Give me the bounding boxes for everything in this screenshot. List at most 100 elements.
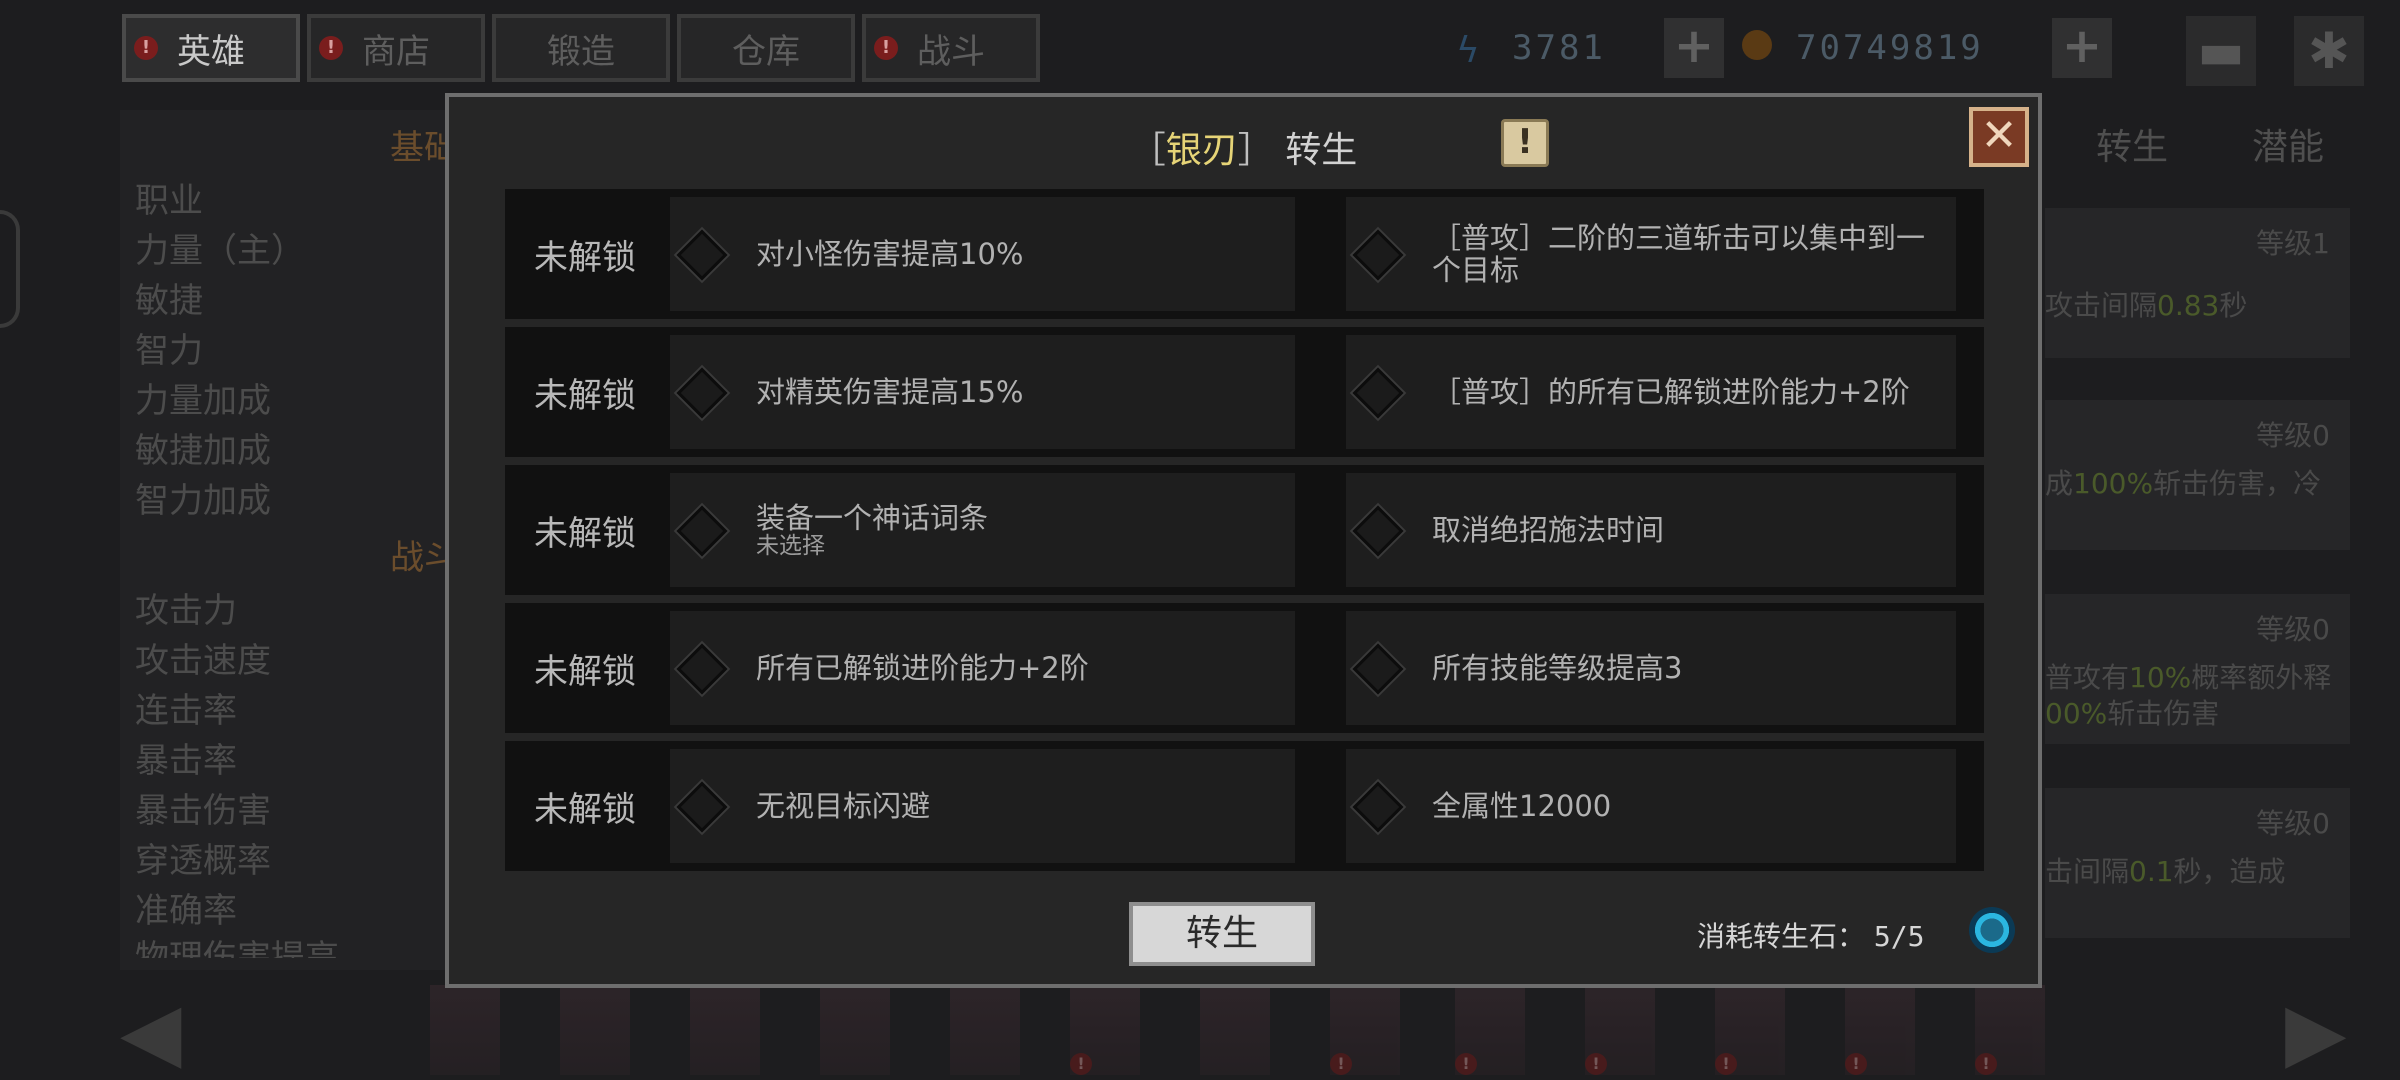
tab-potential[interactable]: 潜能 (2252, 118, 2324, 170)
dialog-title: ［银刃］ 转生 (1129, 130, 1358, 171)
rebirth-button[interactable]: 转生 (1129, 902, 1315, 966)
alert-icon: ! (1070, 1053, 1092, 1075)
unlock-status: 未解锁 (534, 237, 636, 278)
skill-card[interactable]: 等级0 成100%斩击伤害，冷 (2045, 400, 2350, 550)
stat-label: 物理伤害提高 (135, 938, 339, 958)
skill-desc: 攻击间隔0.83秒 (2045, 289, 2248, 322)
rebirth-row: 未解锁 所有已解锁进阶能力+2阶 所有技能等级提高3 (505, 603, 1984, 733)
alert-icon: ! (1975, 1053, 1997, 1075)
alert-icon: ! (134, 36, 158, 60)
option-text: 对小怪伤害提高10% (756, 237, 1024, 271)
rebirth-option-right[interactable]: 取消绝招施法时间 (1346, 473, 1956, 587)
cost-label: 消耗转生石： (1697, 920, 1866, 953)
rebirth-option-right[interactable]: 所有技能等级提高3 (1346, 611, 1956, 725)
rebirth-option-left[interactable]: 对小怪伤害提高10% (670, 197, 1295, 311)
stat-label: 智力加成 (135, 481, 271, 521)
option-text: 取消绝招施法时间 (1432, 513, 1665, 547)
rebirth-row: 未解锁 无视目标闪避 全属性12000 (505, 741, 1984, 871)
stat-label: 攻击速度 (135, 641, 271, 681)
hero-portrait[interactable] (1200, 985, 1270, 1075)
rebirth-option-right[interactable]: ［普攻］二阶的三道斩击可以集中到一个目标 (1346, 197, 1956, 311)
rebirth-option-left[interactable]: 装备一个神话词条 未选择 (670, 473, 1295, 587)
hero-portrait[interactable]: ! (1585, 985, 1655, 1075)
stat-label: 力量（主） (135, 231, 305, 271)
hero-portrait[interactable] (690, 985, 760, 1075)
gear-icon[interactable]: ✱ (2294, 16, 2364, 86)
hero-portrait[interactable] (820, 985, 890, 1075)
rebirth-cost: 消耗转生石： 5/5 (1697, 915, 1925, 955)
hero-portrait[interactable] (950, 985, 1020, 1075)
hero-portrait[interactable]: ! (1455, 985, 1525, 1075)
tab-rebirth[interactable]: 转生 (2096, 118, 2168, 170)
rebirth-option-left[interactable]: 所有已解锁进阶能力+2阶 (670, 611, 1295, 725)
skill-level: 等级0 (2256, 419, 2330, 452)
tab-warehouse[interactable]: 仓库 (677, 14, 855, 82)
option-text: 所有已解锁进阶能力+2阶 (756, 651, 1089, 685)
diamond-icon (1352, 781, 1404, 833)
unlock-status: 未解锁 (534, 513, 636, 554)
top-bar: ! 英雄 ! 商店 锻造 仓库 ! 战斗 ϟ 3781 + 70749819 +… (0, 0, 2400, 100)
option-text: 对精英伤害提高15% (756, 375, 1024, 409)
diamond-icon (1352, 643, 1404, 695)
cost-value: 5/5 (1873, 920, 1925, 953)
side-handle[interactable] (0, 210, 20, 328)
info-icon[interactable]: ! (1501, 119, 1549, 167)
hero-portrait[interactable]: ! (1715, 985, 1785, 1075)
close-icon[interactable]: ✕ (1969, 107, 2029, 167)
gamepad-icon[interactable]: ▬ (2186, 16, 2256, 86)
rebirth-row: 未解锁 对精英伤害提高15% ［普攻］的所有已解锁进阶能力+2阶 (505, 327, 1984, 457)
alert-icon: ! (1845, 1053, 1867, 1075)
add-energy-button[interactable]: + (1664, 18, 1724, 78)
alert-icon: ! (1330, 1053, 1352, 1075)
diamond-icon (1352, 367, 1404, 419)
alert-icon: ! (1715, 1053, 1737, 1075)
stat-label: 敏捷 (135, 281, 203, 321)
skill-level: 等级0 (2256, 807, 2330, 840)
gold-value: 70749819 (1796, 28, 1984, 68)
stat-label: 穿透概率 (135, 841, 271, 881)
arrow-right-icon[interactable]: ▶ (2285, 985, 2347, 1078)
hero-portrait[interactable] (560, 985, 630, 1075)
option-text: 无视目标闪避 (756, 789, 931, 823)
alert-icon: ! (1455, 1053, 1477, 1075)
energy-icon: ϟ (1456, 30, 1480, 71)
rebirth-stone-icon (1969, 907, 2015, 953)
add-gold-button[interactable]: + (2052, 18, 2112, 78)
diamond-icon (1352, 505, 1404, 557)
hero-portrait[interactable]: ! (1975, 985, 2045, 1075)
option-text: 装备一个神话词条 (756, 501, 989, 535)
option-text: ［普攻］的所有已解锁进阶能力+2阶 (1432, 375, 1910, 409)
unlock-status: 未解锁 (534, 375, 636, 416)
stat-label: 职业 (135, 181, 203, 221)
arrow-left-icon[interactable]: ◀ (120, 985, 182, 1078)
option-text: ［普攻］二阶的三道斩击可以集中到一个目标 (1432, 221, 1926, 287)
rebirth-option-right[interactable]: 全属性12000 (1346, 749, 1956, 863)
hero-portrait[interactable]: ! (1070, 985, 1140, 1075)
alert-icon: ! (874, 36, 898, 60)
stat-label: 攻击力 (135, 591, 237, 631)
stat-label: 暴击伤害 (135, 791, 271, 831)
diamond-icon (676, 643, 728, 695)
tab-forge[interactable]: 锻造 (492, 14, 670, 82)
diamond-icon (1352, 229, 1404, 281)
tab-battle[interactable]: ! 战斗 (862, 14, 1040, 82)
hero-portrait[interactable]: ! (1845, 985, 1915, 1075)
skill-card[interactable]: 等级0 普攻有10%概率额外释 00%斩击伤害 (2045, 594, 2350, 744)
rebirth-option-left[interactable]: 无视目标闪避 (670, 749, 1295, 863)
tab-hero[interactable]: ! 英雄 (122, 14, 300, 82)
skill-card[interactable]: 等级0 击间隔0.1秒，造成 (2045, 788, 2350, 938)
tab-forge-label: 锻造 (547, 31, 615, 72)
rebirth-dialog: ［银刃］ 转生 ! ✕ 未解锁 对小怪伤害提高10% ［普攻］二阶的三道斩击可以… (445, 93, 2042, 988)
hero-portrait[interactable]: ! (1330, 985, 1400, 1075)
rebirth-option-left[interactable]: 对精英伤害提高15% (670, 335, 1295, 449)
dialog-title-suffix: 转生 (1285, 130, 1358, 171)
skill-card[interactable]: 等级1 攻击间隔0.83秒 (2045, 208, 2350, 358)
skill-desc: 成100%斩击伤害，冷 (2045, 467, 2322, 500)
rebirth-option-right[interactable]: ［普攻］的所有已解锁进阶能力+2阶 (1346, 335, 1956, 449)
hero-portrait[interactable] (430, 985, 500, 1075)
stat-label: 智力 (135, 331, 203, 371)
tab-shop[interactable]: ! 商店 (307, 14, 485, 82)
tab-hero-label: 英雄 (177, 31, 245, 72)
energy-value: 3781 (1512, 28, 1606, 68)
rebirth-row: 未解锁 装备一个神话词条 未选择 取消绝招施法时间 (505, 465, 1984, 595)
